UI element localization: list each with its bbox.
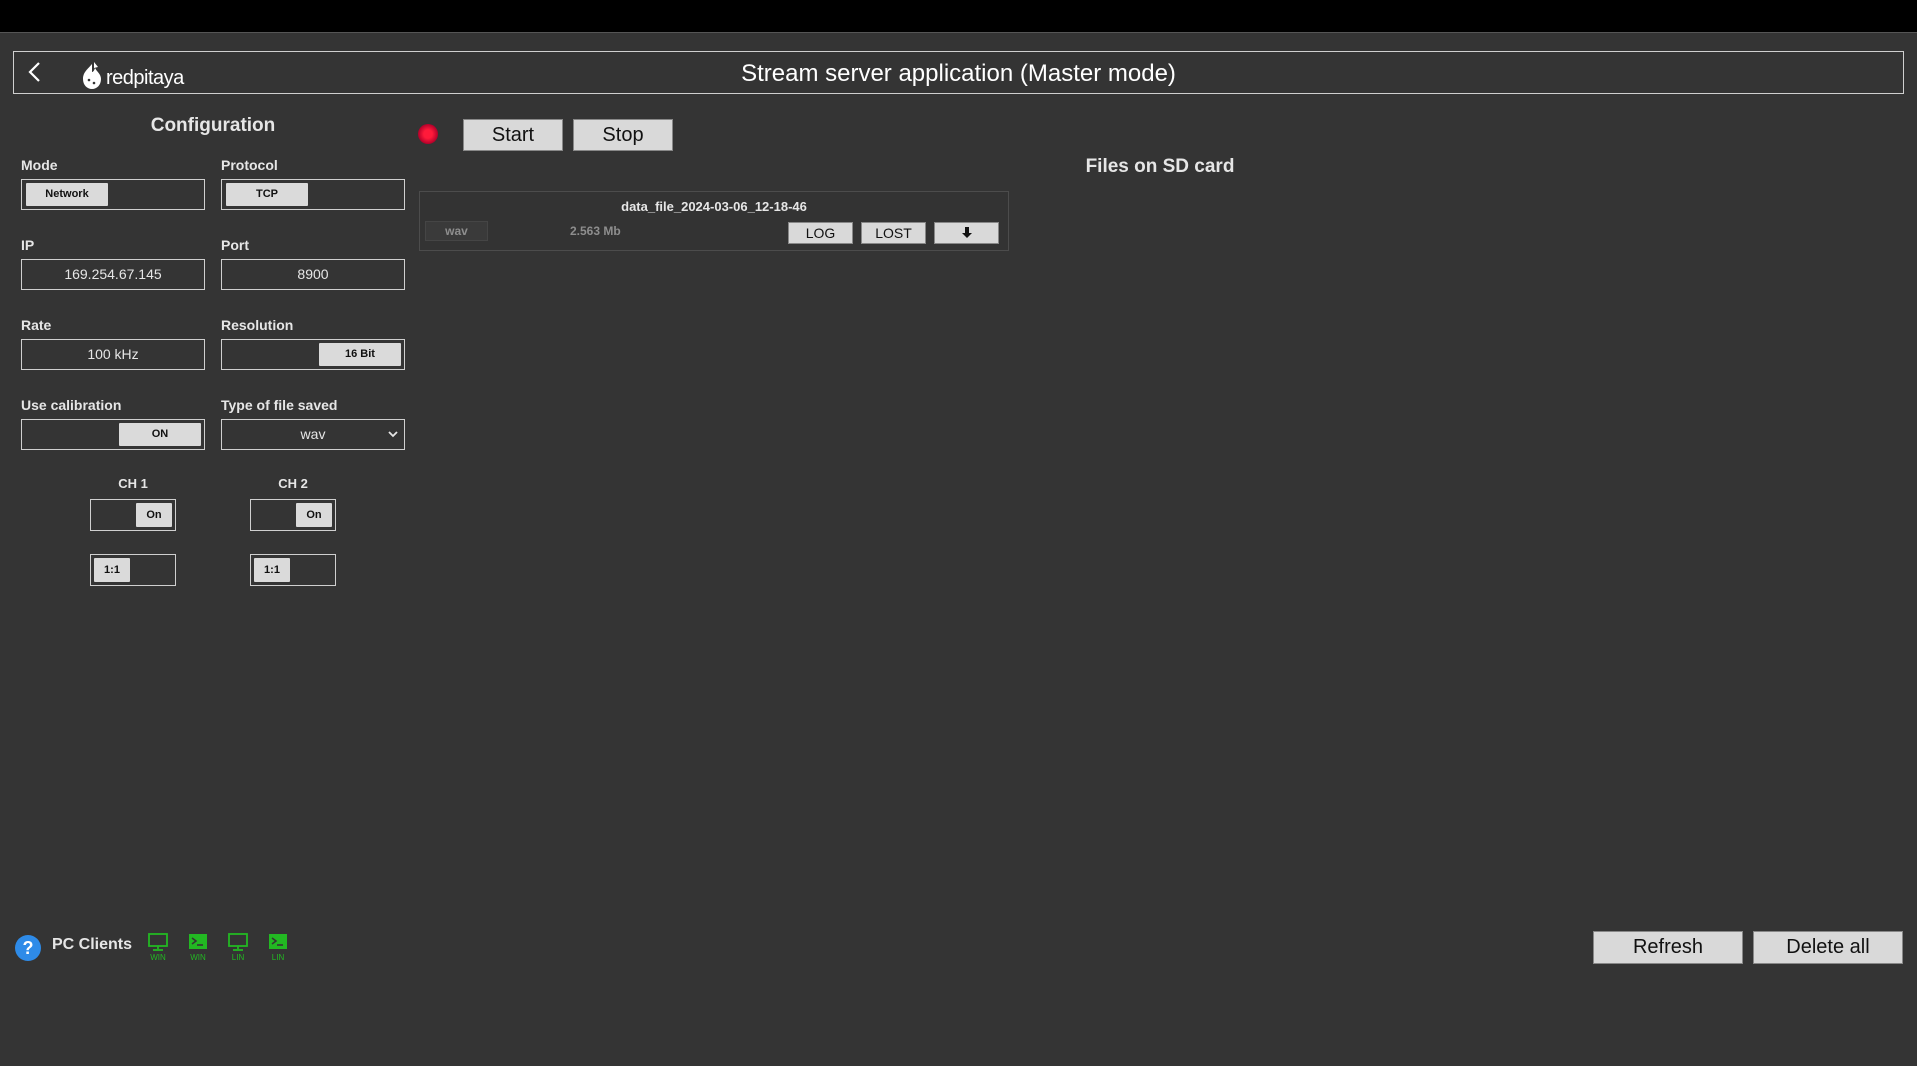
protocol-toggle-knob: TCP bbox=[226, 183, 308, 206]
terminal-icon bbox=[269, 934, 287, 949]
stop-button[interactable]: Stop bbox=[573, 119, 673, 151]
protocol-toggle[interactable]: TCP bbox=[221, 179, 405, 210]
start-button[interactable]: Start bbox=[463, 119, 563, 151]
file-type-label: Type of file saved bbox=[221, 397, 338, 413]
mode-toggle-knob: Network bbox=[26, 183, 108, 206]
resolution-toggle[interactable]: 16 Bit bbox=[221, 339, 405, 370]
resolution-toggle-knob: 16 Bit bbox=[319, 343, 401, 366]
lost-button[interactable]: LOST bbox=[861, 222, 926, 244]
download-arrow-icon bbox=[961, 227, 972, 238]
status-led bbox=[418, 124, 438, 144]
client-lin-gui[interactable]: LIN bbox=[226, 933, 250, 963]
ch1-toggle[interactable]: On bbox=[90, 499, 176, 531]
mode-label: Mode bbox=[21, 157, 58, 173]
port-label: Port bbox=[221, 237, 249, 253]
pc-clients-label: PC Clients bbox=[52, 936, 133, 953]
delete-all-button[interactable]: Delete all bbox=[1753, 931, 1903, 964]
protocol-label: Protocol bbox=[221, 157, 278, 173]
client-win-cli[interactable]: WIN bbox=[186, 933, 210, 963]
port-field[interactable]: 8900 bbox=[221, 259, 405, 290]
client-os-label: WIN bbox=[190, 953, 206, 962]
ch2-label: CH 2 bbox=[278, 476, 308, 491]
rate-field[interactable]: 100 kHz bbox=[21, 339, 205, 370]
ch2-toggle-knob: On bbox=[296, 503, 332, 527]
monitor-icon bbox=[148, 933, 168, 951]
ch2-toggle[interactable]: On bbox=[250, 499, 336, 531]
file-type-select[interactable]: wav bbox=[221, 419, 405, 450]
file-size: 2.563 Mb bbox=[570, 224, 621, 238]
monitor-icon bbox=[228, 933, 248, 951]
ch1-attenuation-knob: 1:1 bbox=[94, 558, 130, 582]
files-title: Files on SD card bbox=[1085, 156, 1235, 177]
file-item: data_file_2024-03-06_12-18-46 wav 2.563 … bbox=[419, 191, 1009, 251]
calibration-label: Use calibration bbox=[21, 397, 122, 413]
file-type-badge: wav bbox=[425, 221, 488, 241]
ip-label: IP bbox=[21, 237, 35, 253]
calibration-toggle[interactable]: ON bbox=[21, 419, 205, 450]
client-os-label: LIN bbox=[271, 953, 285, 962]
calibration-toggle-knob: ON bbox=[119, 423, 201, 446]
ch1-label: CH 1 bbox=[118, 476, 148, 491]
chevron-down-icon bbox=[388, 431, 398, 438]
log-button[interactable]: LOG bbox=[788, 222, 853, 244]
download-button[interactable] bbox=[934, 222, 999, 244]
page-title: Stream server application (Master mode) bbox=[741, 60, 1176, 87]
refresh-button[interactable]: Refresh bbox=[1593, 931, 1743, 964]
mode-toggle[interactable]: Network bbox=[21, 179, 205, 210]
client-lin-cli[interactable]: LIN bbox=[266, 933, 290, 963]
ch2-attenuation-knob: 1:1 bbox=[254, 558, 290, 582]
browser-top-bar bbox=[0, 0, 1917, 33]
file-name: data_file_2024-03-06_12-18-46 bbox=[621, 199, 807, 214]
client-os-label: LIN bbox=[231, 953, 245, 962]
app-header: redpitaya Stream server application (Mas… bbox=[13, 51, 1904, 94]
ch1-attenuation-toggle[interactable]: 1:1 bbox=[90, 554, 176, 586]
ch1-toggle-knob: On bbox=[136, 503, 172, 527]
rate-label: Rate bbox=[21, 317, 52, 333]
client-win-gui[interactable]: WIN bbox=[146, 933, 170, 963]
file-type-select-value: wav bbox=[300, 426, 326, 442]
resolution-label: Resolution bbox=[221, 317, 294, 333]
configuration-title: Configuration bbox=[150, 115, 276, 136]
help-icon[interactable]: ? bbox=[15, 935, 41, 961]
ip-field[interactable]: 169.254.67.145 bbox=[21, 259, 205, 290]
terminal-icon bbox=[189, 934, 207, 949]
client-os-label: WIN bbox=[150, 953, 166, 962]
ch2-attenuation-toggle[interactable]: 1:1 bbox=[250, 554, 336, 586]
